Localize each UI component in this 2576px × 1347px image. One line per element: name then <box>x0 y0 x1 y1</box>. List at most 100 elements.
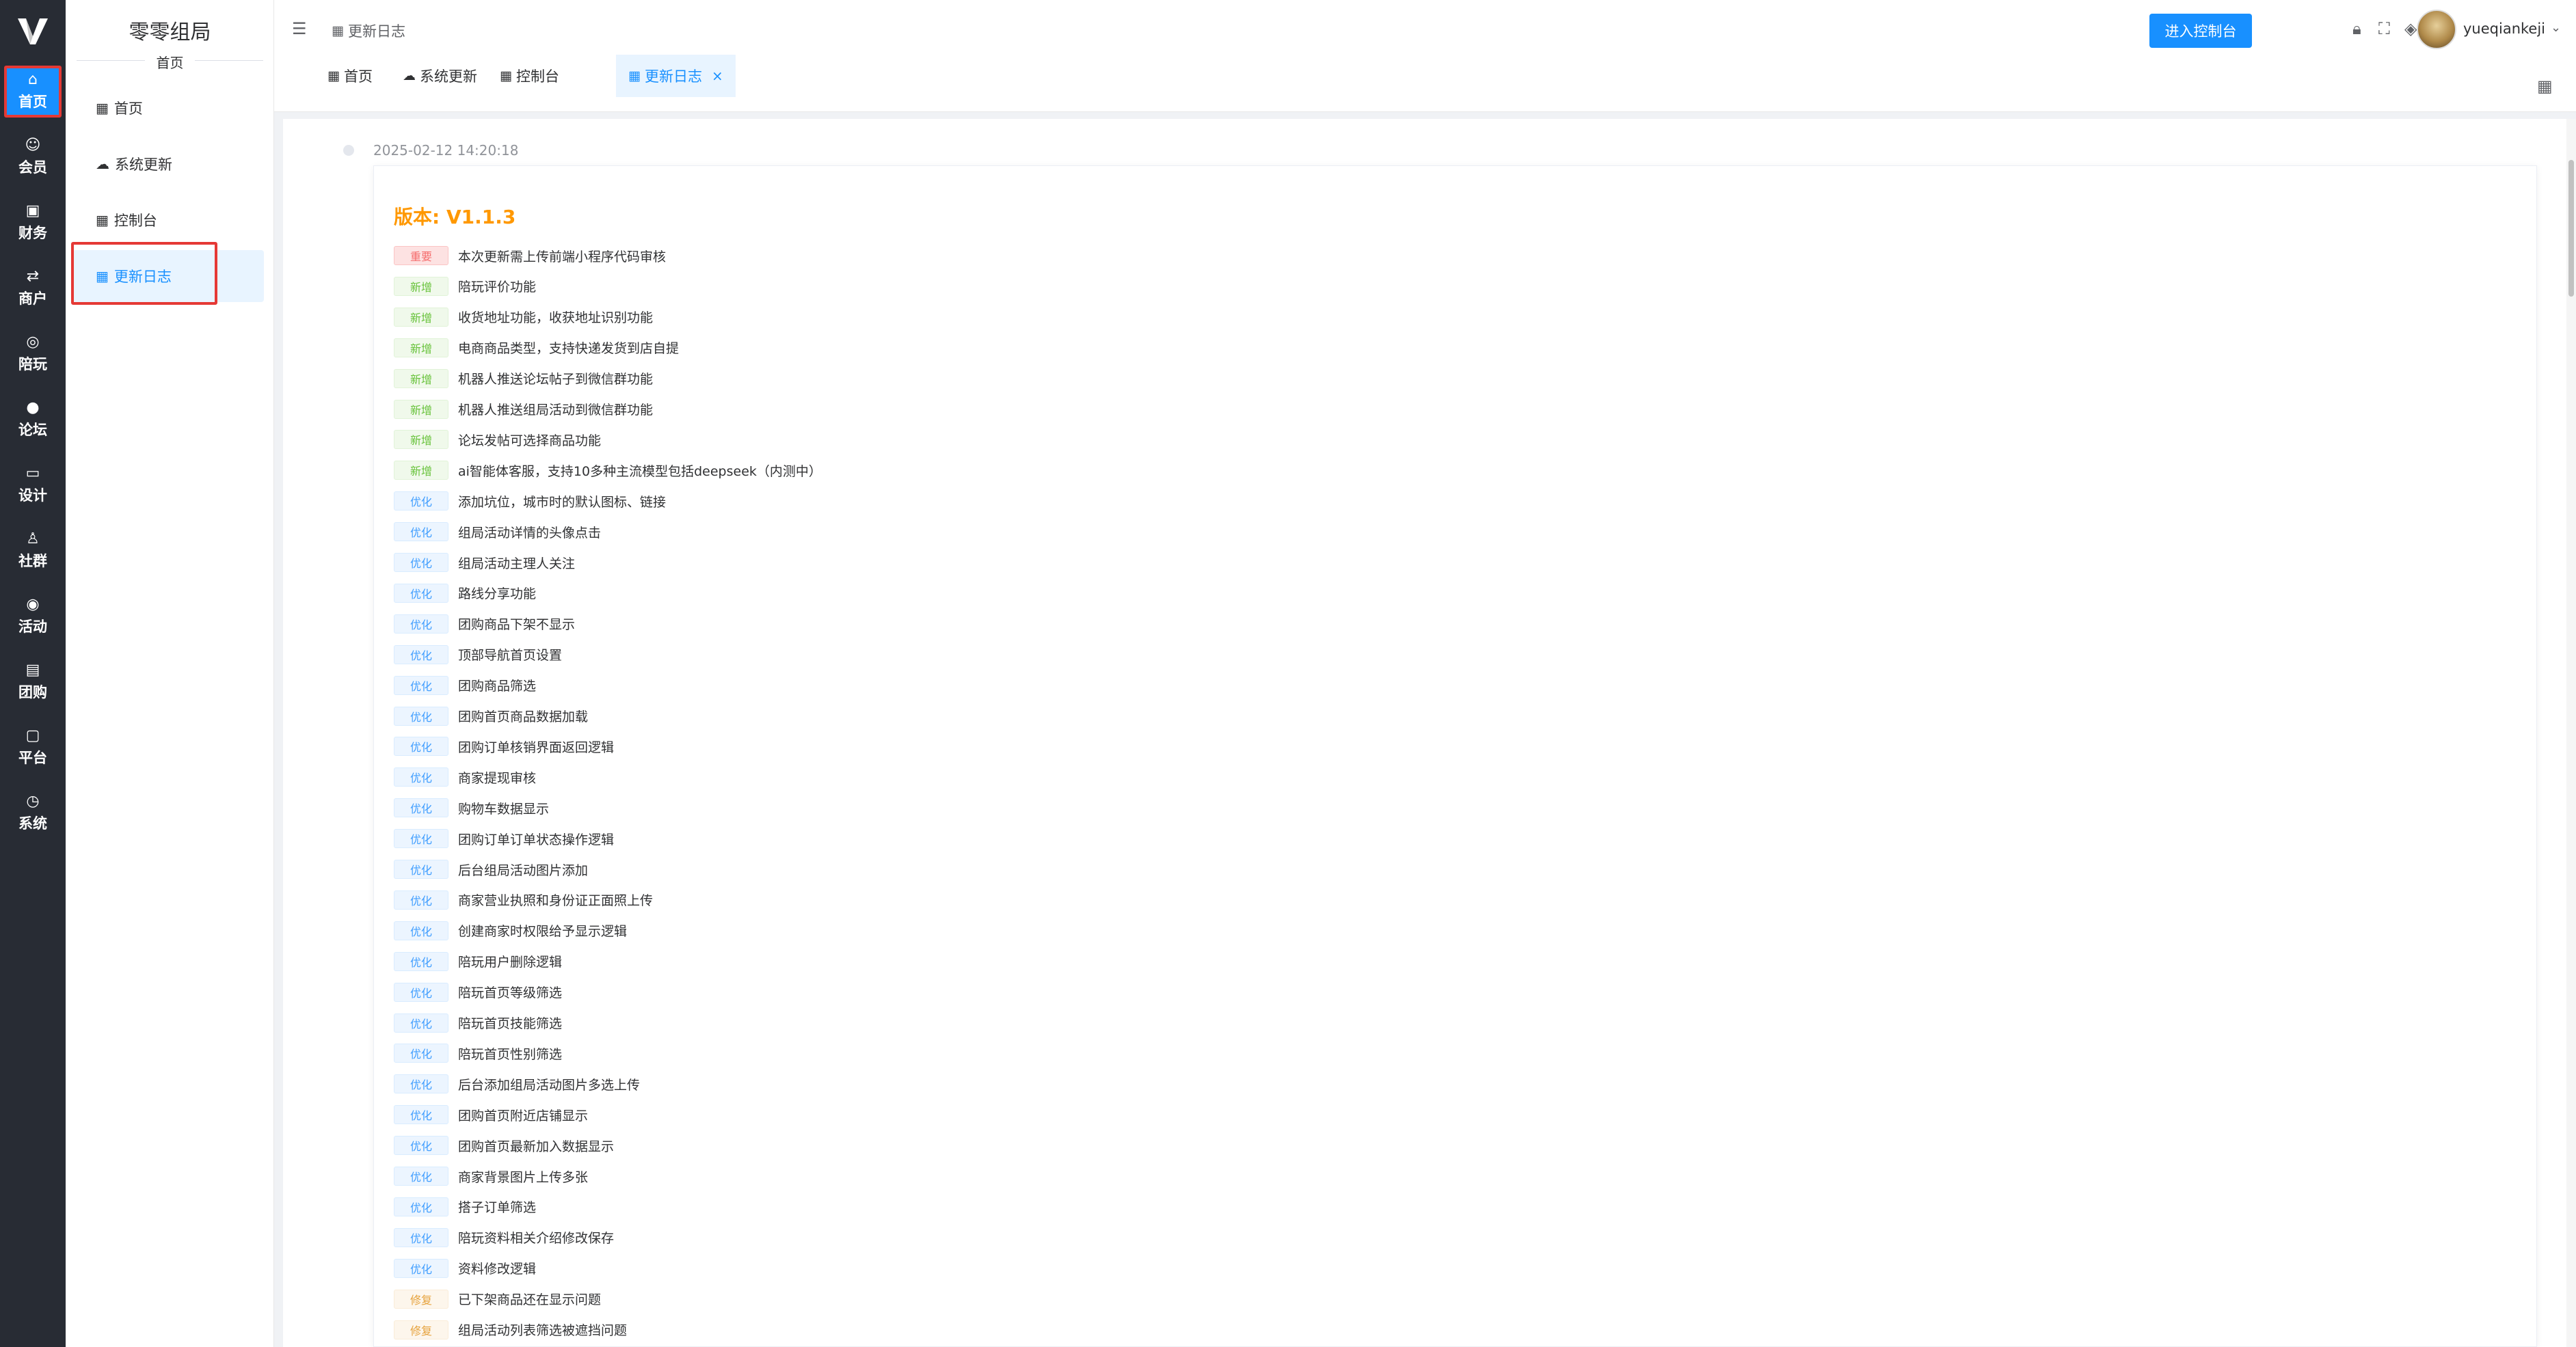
rail-item-10[interactable]: ▢ 平台 <box>4 722 62 774</box>
finance-icon: ▣ <box>25 202 40 219</box>
app-logo[interactable] <box>12 12 53 49</box>
theme-icon[interactable]: ◈ <box>2404 19 2417 38</box>
entry-tag: 优化 <box>394 1258 448 1278</box>
changelog-card <box>373 165 2537 1347</box>
scrollbar[interactable] <box>2566 119 2576 1347</box>
list-item: 优化 陪玩首页性别筛选 <box>394 1043 562 1063</box>
entry-tag: 优化 <box>394 737 448 757</box>
enter-console-button[interactable]: 进入控制台 <box>2149 14 2252 48</box>
entry-text: 路线分享功能 <box>458 586 537 602</box>
rail-item-5[interactable]: ● 论坛 <box>4 394 62 446</box>
design-icon: ▭ <box>25 465 40 482</box>
username[interactable]: yueqiankeji <box>2463 21 2545 37</box>
activity-icon: ◉ <box>26 596 40 613</box>
list-item: 优化 团购订单核销界面返回逻辑 <box>394 736 614 757</box>
rail-item-label: 团购 <box>18 684 47 700</box>
entry-text: 机器人推送组局活动到微信群功能 <box>458 403 654 418</box>
grid-icon: ▦ <box>332 23 344 38</box>
list-item: 优化 添加坑位，城市时的默认图标、链接 <box>394 491 666 511</box>
cloud-icon: ☁ <box>96 156 109 172</box>
list-item: 优化 购物车数据显示 <box>394 798 549 818</box>
rail-item-label: 会员 <box>18 159 47 176</box>
list-item: 新增 电商商品类型，支持快递发货到店自提 <box>394 338 679 358</box>
sub-sidebar: 零零组局 首页 ▦ 首页 ☁ 系统更新 ▦ 控制台 ▦ 更新日志 <box>66 0 274 1347</box>
list-item: 优化 陪玩首页技能筛选 <box>394 1013 562 1033</box>
list-item: 优化 后台添加组局活动图片多选上传 <box>394 1074 640 1094</box>
list-item: 优化 商家营业执照和身份证正面照上传 <box>394 890 653 910</box>
entry-text: 购物车数据显示 <box>458 801 550 817</box>
entry-tag: 优化 <box>394 1167 448 1186</box>
version-title: 版本: V1.1.3 <box>394 206 516 228</box>
list-item: 优化 团购首页最新加入数据显示 <box>394 1135 614 1156</box>
top-header: ☰ ▦ 更新日志 进入控制台 🔒︎ ⛶ ◈ yueqiankeji ⌄ <box>274 0 2576 59</box>
list-item: 新增 收货地址功能，收获地址识别功能 <box>394 307 653 327</box>
entry-tag: 新增 <box>394 368 448 388</box>
sidebar-item-3[interactable]: ▦ 更新日志 <box>72 250 264 302</box>
grid-menu-icon[interactable]: ▦ <box>2537 77 2553 96</box>
entry-tag: 优化 <box>394 982 448 1002</box>
timeline-dot <box>343 145 354 156</box>
chevron-down-icon[interactable]: ⌄ <box>2551 21 2561 35</box>
community-icon: ♙ <box>26 530 40 547</box>
tab-2[interactable]: ▦ 控制台 <box>487 55 572 97</box>
entry-tag: 优化 <box>394 890 448 910</box>
list-item: 优化 组局活动详情的头像点击 <box>394 521 601 542</box>
entry-text: 团购首页商品数据加载 <box>458 709 589 724</box>
home-icon: ⌂ <box>28 71 38 88</box>
collapse-menu-icon[interactable]: ☰ <box>292 19 307 38</box>
rail-item-6[interactable]: ▭ 设计 <box>4 459 62 511</box>
fullscreen-icon[interactable]: ⛶ <box>2378 19 2390 38</box>
tab-label: 系统更新 <box>420 68 477 85</box>
entry-tag: 新增 <box>394 338 448 357</box>
rail-item-8[interactable]: ◉ 活动 <box>4 590 62 642</box>
scrollbar-thumb[interactable] <box>2568 160 2574 297</box>
rail-item-4[interactable]: ◎ 陪玩 <box>4 328 62 380</box>
sidebar-item-label: 更新日志 <box>113 269 172 285</box>
entry-text: 搭子订单筛选 <box>458 1200 537 1216</box>
entry-text: 团购首页附近店铺显示 <box>458 1108 589 1124</box>
sidebar-item-2[interactable]: ▦ 控制台 <box>72 194 264 246</box>
close-icon[interactable]: × <box>712 68 723 84</box>
rail-item-11[interactable]: ◷ 系统 <box>4 787 62 839</box>
grid-icon: ▦ <box>327 68 340 83</box>
rail-item-1[interactable]: ☺ 会员 <box>4 131 62 183</box>
tab-0[interactable]: ▦ 首页 <box>315 55 385 97</box>
entry-text: 团购商品筛选 <box>458 679 537 694</box>
entry-tag: 优化 <box>394 1136 448 1156</box>
tab-3[interactable]: ▦ 更新日志 × <box>616 55 736 97</box>
entry-tag: 优化 <box>394 644 448 664</box>
entry-text: 团购订单订单状态操作逻辑 <box>458 832 615 847</box>
rail-item-2[interactable]: ▣ 财务 <box>4 197 62 249</box>
rail-item-3[interactable]: ⇄ 商户 <box>4 262 62 314</box>
entry-text: 已下架商品还在显示问题 <box>458 1292 602 1308</box>
entry-tag: 优化 <box>394 767 448 787</box>
entry-text: 陪玩首页技能筛选 <box>458 1016 563 1031</box>
sidebar-item-label: 控制台 <box>113 213 157 229</box>
avatar[interactable] <box>2417 10 2456 49</box>
rail-item-7[interactable]: ♙ 社群 <box>4 525 62 577</box>
list-item: 优化 陪玩首页等级筛选 <box>394 982 562 1003</box>
entry-tag: 优化 <box>394 553 448 572</box>
merchant-icon: ⇄ <box>26 268 40 285</box>
rail-item-0[interactable]: ⌂ 首页 <box>4 66 62 118</box>
sidebar-item-1[interactable]: ☁ 系统更新 <box>72 138 264 190</box>
list-item: 优化 创建商家时权限给予显示逻辑 <box>394 921 627 941</box>
lock-icon[interactable]: 🔒︎ <box>2352 19 2361 38</box>
sidebar-item-0[interactable]: ▦ 首页 <box>72 82 264 134</box>
list-item: 优化 搭子订单筛选 <box>394 1197 536 1217</box>
tab-1[interactable]: ☁ 系统更新 <box>390 55 489 97</box>
list-item: 优化 组局活动主理人关注 <box>394 552 575 573</box>
rail-item-label: 平台 <box>18 750 47 766</box>
rail-item-9[interactable]: ▤ 团购 <box>4 656 62 708</box>
entry-tag: 优化 <box>394 1105 448 1125</box>
list-item: 修复 已下架商品还在显示问题 <box>394 1289 601 1309</box>
grid-icon: ▦ <box>628 68 641 83</box>
entry-tag: 优化 <box>394 1044 448 1063</box>
entry-text: 收货地址功能，收获地址识别功能 <box>458 310 654 326</box>
entry-tag: 修复 <box>394 1289 448 1309</box>
breadcrumb-current: 更新日志 <box>347 23 405 40</box>
rail-item-label: 活动 <box>18 618 47 635</box>
entry-tag: 优化 <box>394 798 448 818</box>
cloud-icon: ☁ <box>403 68 416 83</box>
entry-tag: 新增 <box>394 307 448 327</box>
